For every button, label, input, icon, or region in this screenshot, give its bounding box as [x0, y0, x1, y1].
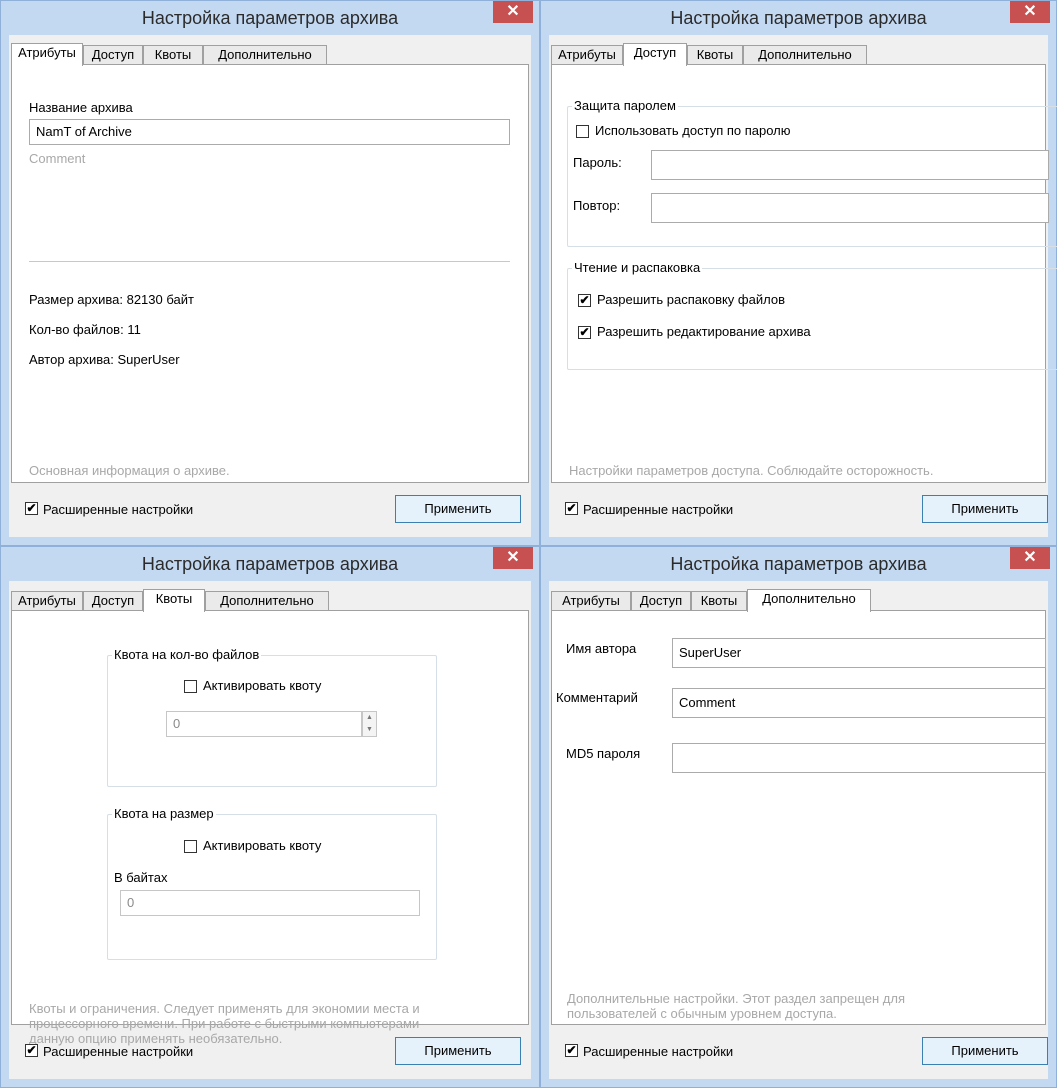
allow-extract-label: Разрешить распаковку файлов	[597, 292, 785, 307]
advanced-settings-checkbox[interactable]: ✔	[25, 1044, 38, 1057]
dialog-access: Настройка параметров архива ✕ Атрибуты Д…	[540, 0, 1057, 546]
tab-attributes[interactable]: Атрибуты	[11, 591, 83, 611]
tab-quotas[interactable]: Квоты	[143, 589, 205, 612]
advanced-settings-checkbox[interactable]: ✔	[565, 502, 578, 515]
panel-hint-line-1: Квоты и ограничения. Следует применять д…	[29, 1001, 420, 1016]
window-title: Настройка параметров архива	[670, 8, 927, 28]
dialog-quotas: Настройка параметров архива ✕ Атрибуты Д…	[0, 546, 540, 1088]
apply-button[interactable]: Применить	[922, 495, 1048, 523]
apply-button[interactable]: Применить	[395, 1037, 521, 1065]
activate-size-quota-label: Активировать квоту	[203, 838, 322, 853]
advanced-settings-checkbox[interactable]: ✔	[565, 1044, 578, 1057]
title-bar[interactable]: Настройка параметров архива ✕	[541, 1, 1056, 35]
advanced-settings-label: Расширенные настройки	[583, 1044, 734, 1059]
tab-extra[interactable]: Дополнительно	[743, 45, 867, 65]
file-count-text: Кол-во файлов: 11	[29, 322, 141, 337]
tab-access[interactable]: Доступ	[83, 591, 143, 611]
password-input[interactable]	[651, 150, 1049, 180]
client-area: Атрибуты Доступ Квоты Дополнительно Защи…	[549, 35, 1057, 537]
close-button[interactable]: ✕	[493, 547, 533, 569]
panel-hint: Основная информация о архиве.	[29, 463, 230, 478]
close-button[interactable]: ✕	[493, 1, 533, 23]
size-quota-group: Квота на размер Активировать квоту В бай…	[107, 806, 437, 960]
tab-quotas[interactable]: Квоты	[691, 591, 747, 611]
tab-quotas[interactable]: Квоты	[687, 45, 743, 65]
tab-attributes[interactable]: Атрибуты	[11, 43, 83, 66]
author-name-label: Имя автора	[566, 641, 637, 656]
file-count-quota-label: Квота на кол-во файлов	[112, 647, 262, 662]
title-bar[interactable]: Настройка параметров архива ✕	[1, 1, 539, 35]
activate-file-quota-checkbox[interactable]	[184, 680, 197, 693]
allow-edit-label: Разрешить редактирование архива	[597, 324, 811, 339]
allow-extract-checkbox[interactable]: ✔	[578, 294, 591, 307]
apply-button[interactable]: Применить	[922, 1037, 1048, 1065]
close-button[interactable]: ✕	[1010, 547, 1050, 569]
password-label: Пароль:	[573, 155, 622, 170]
file-quota-input[interactable]: 0	[166, 711, 362, 737]
tab-panel-extra: Имя автора SuperUser Комментарий Comment…	[551, 610, 1046, 1025]
tab-attributes[interactable]: Атрибуты	[551, 591, 631, 611]
advanced-settings-label: Расширенные настройки	[43, 1044, 194, 1059]
advanced-settings-label: Расширенные настройки	[43, 502, 194, 517]
archive-author-text: Автор архива: SuperUser	[29, 352, 180, 367]
tab-access[interactable]: Доступ	[631, 591, 691, 611]
size-quota-label: Квота на размер	[112, 806, 216, 821]
allow-edit-checkbox[interactable]: ✔	[578, 326, 591, 339]
tab-extra[interactable]: Дополнительно	[747, 589, 871, 612]
comment-text: Comment	[29, 151, 86, 166]
password-group-label: Защита паролем	[572, 98, 678, 113]
divider	[29, 261, 510, 262]
client-area: Атрибуты Доступ Квоты Дополнительно Квот…	[9, 581, 531, 1079]
comment-input[interactable]: Comment	[672, 688, 1046, 718]
file-quota-spinner[interactable]: ▲ ▼	[362, 711, 377, 737]
panel-hint-line-1: Дополнительные настройки. Этот раздел за…	[567, 991, 905, 1006]
comment-label: Комментарий	[556, 690, 638, 705]
tab-access[interactable]: Доступ	[623, 43, 687, 66]
tab-extra[interactable]: Дополнительно	[203, 45, 327, 65]
dialog-attributes: Настройка параметров архива ✕ Атрибуты Д…	[0, 0, 540, 546]
window-title: Настройка параметров архива	[141, 554, 399, 574]
use-password-checkbox[interactable]	[576, 125, 589, 138]
window-title: Настройка параметров архива	[670, 554, 927, 574]
client-area: Атрибуты Доступ Квоты Дополнительно Имя …	[549, 581, 1048, 1079]
tab-quotas[interactable]: Квоты	[143, 45, 203, 65]
advanced-settings-checkbox[interactable]: ✔	[25, 502, 38, 515]
archive-name-input[interactable]: NamT of Archive	[29, 119, 510, 145]
read-extract-group: Чтение и распаковка ✔ Разрешить распаков…	[567, 260, 1057, 370]
client-area: Атрибуты Доступ Квоты Дополнительно Назв…	[9, 35, 531, 537]
activate-size-quota-checkbox[interactable]	[184, 840, 197, 853]
read-extract-group-label: Чтение и распаковка	[572, 260, 703, 275]
activate-file-quota-label: Активировать квоту	[203, 678, 322, 693]
archive-size-text: Размер архива: 82130 байт	[29, 292, 194, 307]
password-group: Защита паролем Использовать доступ по па…	[567, 98, 1057, 247]
tab-access[interactable]: Доступ	[83, 45, 143, 65]
tab-extra[interactable]: Дополнительно	[205, 591, 329, 611]
archive-name-label: Название архива	[29, 100, 133, 115]
use-password-label: Использовать доступ по паролю	[595, 123, 791, 138]
bytes-label: В байтах	[114, 870, 168, 885]
tab-panel-attributes: Название архива NamT of Archive Comment …	[11, 64, 529, 483]
dialog-extra: Настройка параметров архива ✕ Атрибуты Д…	[540, 546, 1057, 1088]
repeat-label: Повтор:	[573, 198, 621, 213]
apply-button[interactable]: Применить	[395, 495, 521, 523]
repeat-password-input[interactable]	[651, 193, 1049, 223]
file-count-quota-group: Квота на кол-во файлов Активировать квот…	[107, 647, 437, 787]
md5-password-input[interactable]	[672, 743, 1046, 773]
title-bar[interactable]: Настройка параметров архива ✕	[541, 547, 1056, 581]
title-bar[interactable]: Настройка параметров архива ✕	[1, 547, 539, 581]
tab-panel-quotas: Квота на кол-во файлов Активировать квот…	[11, 610, 529, 1046]
md5-password-label: MD5 пароля	[566, 746, 641, 761]
tab-attributes[interactable]: Атрибуты	[551, 45, 623, 65]
author-name-input[interactable]: SuperUser	[672, 638, 1046, 668]
advanced-settings-label: Расширенные настройки	[583, 502, 734, 517]
close-button[interactable]: ✕	[1010, 1, 1050, 23]
panel-hint-line-2: пользователей с обычным уровнем доступа.	[567, 1006, 837, 1021]
panel-hint-line-2: процессорного времени. При работе с быст…	[29, 1016, 420, 1031]
tab-panel-access: Защита паролем Использовать доступ по па…	[551, 64, 1057, 483]
panel-hint: Настройки параметров доступа. Соблюдайте…	[569, 463, 934, 478]
window-title: Настройка параметров архива	[141, 8, 399, 28]
size-quota-input[interactable]: 0	[120, 890, 420, 916]
